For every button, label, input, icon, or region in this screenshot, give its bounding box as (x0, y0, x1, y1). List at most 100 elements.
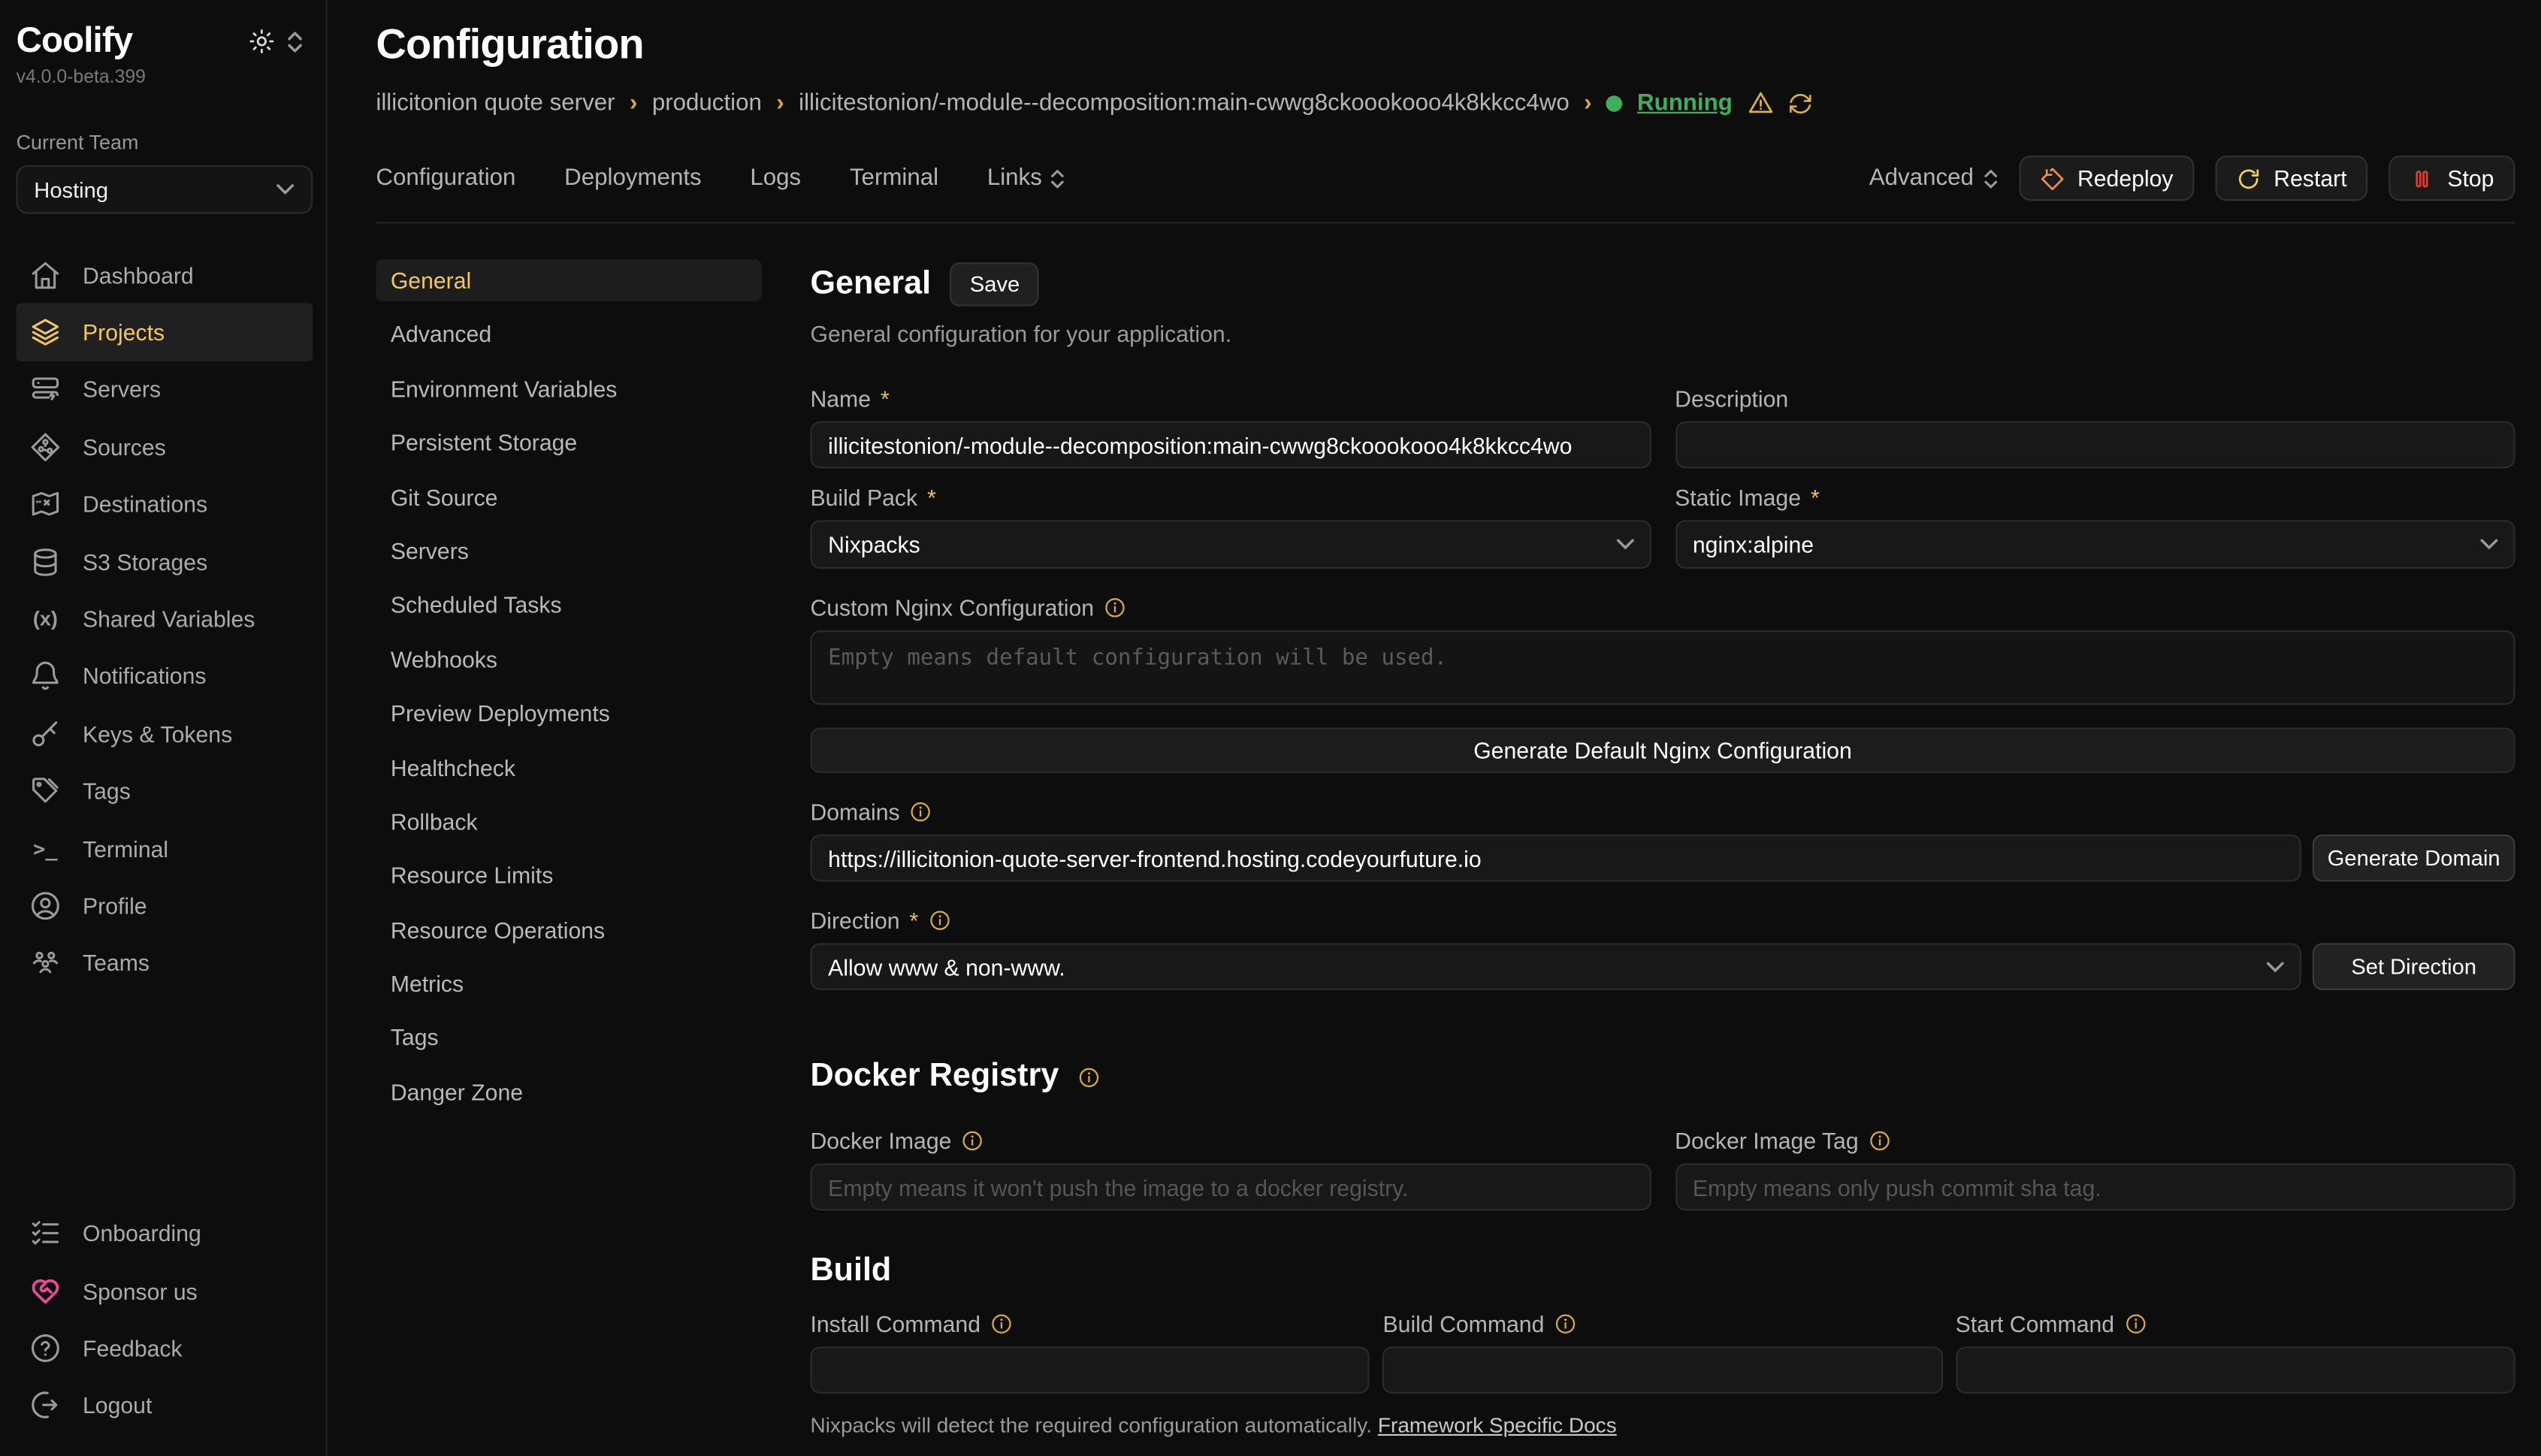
docker-image-tag-input[interactable] (1675, 1164, 2515, 1211)
info-icon[interactable] (1869, 1129, 1891, 1152)
theme-toggle-sun-icon[interactable] (248, 28, 276, 63)
sidebar-item-onboarding[interactable]: Onboarding (17, 1205, 313, 1262)
build-command-label: Build Command (1383, 1311, 1943, 1337)
git-source-icon (29, 430, 62, 463)
sidebar-item-feedback[interactable]: Feedback (17, 1319, 313, 1376)
subnav-webhooks[interactable]: Webhooks (376, 638, 761, 680)
team-select[interactable]: Hosting (17, 165, 313, 214)
sidebar-footer-nav: Onboarding Sponsor us Feedback Logout (17, 1205, 313, 1434)
tabs: Configuration Deployments Logs Terminal … (376, 165, 1065, 192)
sidebar-item-notifications[interactable]: Notifications (17, 648, 313, 705)
breadcrumb-environment[interactable]: production (652, 90, 762, 116)
direction-select[interactable]: Allow www & non-www. (810, 943, 2301, 990)
info-icon[interactable] (1104, 597, 1126, 619)
tab-links[interactable]: Links (987, 165, 1065, 192)
sidebar-item-destinations[interactable]: Destinations (17, 476, 313, 533)
stop-button[interactable]: Stop (2389, 156, 2515, 201)
configuration-content: General Advanced Environment Variables P… (376, 224, 2515, 1456)
subnav-git-source[interactable]: Git Source (376, 476, 761, 518)
tab-deployments[interactable]: Deployments (564, 165, 702, 192)
subnav-rollback[interactable]: Rollback (376, 800, 761, 842)
info-icon[interactable] (2124, 1313, 2147, 1335)
tag-icon (29, 775, 62, 807)
refresh-icon[interactable] (1787, 90, 1814, 116)
sidebar-item-tags[interactable]: Tags (17, 763, 313, 820)
nginx-config-textarea[interactable] (810, 630, 2515, 705)
sidebar-item-shared-variables[interactable]: (x) Shared Variables (17, 591, 313, 648)
docker-registry-row: Docker Image Docker Image Tag (810, 1128, 2515, 1210)
general-heading: General (810, 266, 931, 304)
start-command-input[interactable] (1956, 1346, 2515, 1394)
sidebar-item-label: Teams (83, 950, 150, 977)
docker-image-input[interactable] (810, 1164, 1650, 1211)
variables-icon: (x) (29, 603, 62, 635)
sidebar-item-keys-tokens[interactable]: Keys & Tokens (17, 705, 313, 763)
subnav-servers[interactable]: Servers (376, 530, 761, 572)
docker-image-tag-field: Docker Image Tag (1675, 1128, 2515, 1210)
sidebar-item-servers[interactable]: Servers (17, 361, 313, 418)
subnav-resource-limits[interactable]: Resource Limits (376, 854, 761, 896)
instance-switcher-icon[interactable] (287, 30, 304, 61)
info-icon[interactable] (990, 1313, 1013, 1335)
subnav-general[interactable]: General (376, 259, 761, 301)
breadcrumb-project[interactable]: illicitonion quote server (376, 90, 615, 116)
sidebar-item-label: Destinations (83, 491, 207, 518)
restart-icon (2237, 166, 2261, 190)
sidebar-item-label: Notifications (83, 663, 206, 690)
framework-docs-link[interactable]: Framework Specific Docs (1378, 1413, 1617, 1437)
build-command-input[interactable] (1383, 1346, 1943, 1394)
name-input[interactable] (810, 421, 1650, 469)
set-direction-button[interactable]: Set Direction (2313, 943, 2515, 990)
tab-terminal[interactable]: Terminal (850, 165, 938, 192)
sidebar-item-dashboard[interactable]: Dashboard (17, 246, 313, 304)
info-icon[interactable] (1078, 1065, 1101, 1088)
terminal-icon: >_ (29, 832, 62, 865)
info-icon[interactable] (961, 1129, 983, 1152)
sidebar-item-sponsor[interactable]: Sponsor us (17, 1262, 313, 1319)
warning-icon[interactable] (1747, 89, 1775, 117)
subnav-preview-deployments[interactable]: Preview Deployments (376, 692, 761, 734)
sidebar-item-projects[interactable]: Projects (17, 304, 313, 361)
subnav-persistent-storage[interactable]: Persistent Storage (376, 421, 761, 464)
info-icon[interactable] (910, 801, 932, 823)
static-image-select[interactable]: nginx:alpine (1675, 520, 2515, 569)
sidebar-item-logout[interactable]: Logout (17, 1377, 313, 1434)
database-icon (29, 545, 62, 578)
sidebar-item-profile[interactable]: Profile (17, 878, 313, 935)
tab-logs[interactable]: Logs (750, 165, 801, 192)
sidebar-item-s3-storages[interactable]: S3 Storages (17, 533, 313, 591)
subnav-scheduled-tasks[interactable]: Scheduled Tasks (376, 584, 761, 626)
advanced-dropdown[interactable]: Advanced (1869, 165, 1998, 192)
subnav-environment-variables[interactable]: Environment Variables (376, 367, 761, 409)
generate-nginx-button[interactable]: Generate Default Nginx Configuration (810, 727, 2515, 772)
install-command-input[interactable] (810, 1346, 1370, 1394)
subnav-metrics[interactable]: Metrics (376, 962, 761, 1004)
sidebar-item-sources[interactable]: Sources (17, 418, 313, 476)
redeploy-button[interactable]: Redeploy (2019, 156, 2194, 201)
sidebar: Coolify v4.0.0-beta.399 Current Team Hos… (0, 0, 328, 1456)
save-button[interactable]: Save (950, 262, 1039, 306)
subnav-healthcheck[interactable]: Healthcheck (376, 746, 761, 788)
info-icon[interactable] (928, 909, 950, 932)
subnav-resource-operations[interactable]: Resource Operations (376, 908, 761, 950)
subnav-danger-zone[interactable]: Danger Zone (376, 1071, 761, 1113)
generate-domain-button[interactable]: Generate Domain (2313, 835, 2515, 882)
status-link[interactable]: Running (1637, 90, 1733, 116)
breadcrumb: illicitonion quote server › production ›… (376, 89, 2515, 117)
direction-label: Direction * (810, 908, 2515, 934)
general-subtitle: General configuration for your applicati… (810, 321, 2515, 347)
subnav-advanced[interactable]: Advanced (376, 313, 761, 355)
main-content: Configuration illicitonion quote server … (328, 0, 2541, 1456)
breadcrumb-application[interactable]: illicitestonion/-module--decomposition:m… (799, 90, 1570, 116)
page-title: Configuration (376, 20, 2515, 70)
build-pack-select[interactable]: Nixpacks (810, 520, 1650, 569)
description-input[interactable] (1675, 421, 2515, 469)
restart-button[interactable]: Restart (2216, 156, 2368, 201)
chevron-down-icon (2265, 960, 2285, 973)
tab-configuration[interactable]: Configuration (376, 165, 515, 192)
subnav-tags[interactable]: Tags (376, 1016, 761, 1059)
sidebar-item-teams[interactable]: Teams (17, 935, 313, 992)
domains-input[interactable] (810, 835, 2301, 882)
info-icon[interactable] (1554, 1313, 1576, 1335)
sidebar-item-terminal[interactable]: >_ Terminal (17, 820, 313, 877)
